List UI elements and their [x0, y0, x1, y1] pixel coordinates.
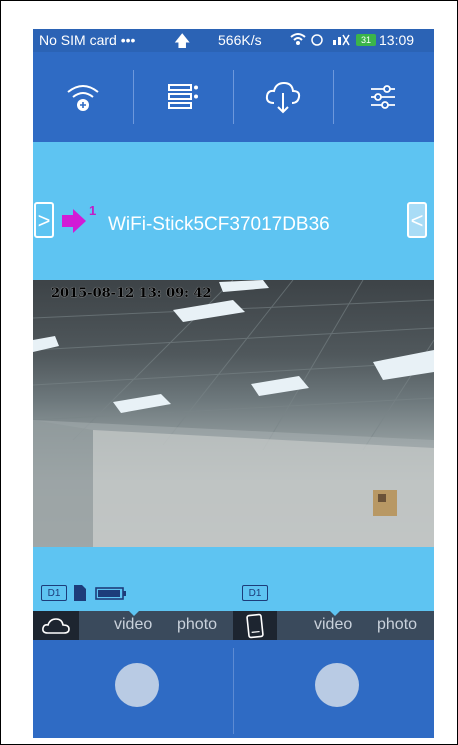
cloud-capture-button[interactable]	[115, 663, 159, 707]
controls-divider	[233, 648, 234, 734]
carrier-text: No SIM card	[39, 32, 117, 48]
battery-icon: 31	[356, 34, 376, 46]
camera-preview[interactable]: 2015-08-12 13: 09: 42	[33, 280, 434, 547]
device-bar: > 1 WiFi-Stick5CF37017DB36 <	[33, 142, 434, 280]
cloud-icon	[42, 617, 70, 634]
resolution-badge-right: D1	[242, 585, 268, 601]
list-icon	[168, 84, 198, 109]
wifi-signal-icon	[290, 33, 350, 46]
wifi-add-icon	[67, 85, 99, 111]
prev-chevron: >	[37, 208, 51, 233]
battery-level-icon	[95, 587, 126, 600]
video-timestamp: 2015-08-12 13: 09: 42	[51, 286, 212, 301]
cloud-download-button[interactable]	[233, 52, 333, 142]
device-index: 1	[89, 203, 97, 218]
sd-card-icon	[74, 585, 86, 601]
camera-scene-image	[33, 280, 434, 547]
settings-sliders-icon	[371, 85, 395, 109]
status-dots: •••	[120, 32, 136, 48]
pointer-arrow-icon	[62, 209, 86, 233]
tab-photo-phone[interactable]: photo	[377, 616, 417, 634]
next-device-button[interactable]: <	[407, 202, 427, 238]
capture-controls	[33, 640, 434, 738]
cloud-tab[interactable]	[33, 611, 79, 640]
source-tabs: video photo video photo	[33, 611, 434, 640]
cloud-download-icon	[265, 81, 301, 114]
phone-tab[interactable]	[233, 611, 277, 640]
wifi-add-button[interactable]	[33, 52, 133, 142]
signal-icons	[289, 31, 351, 50]
resolution-badge-left: D1	[41, 585, 67, 601]
network-speed: 566K/s	[218, 32, 262, 48]
app-screen: No SIM card ••• 🡅 566K/s 31 13:09 > 1 Wi…	[33, 29, 434, 738]
tab-video-cloud[interactable]: video	[114, 616, 152, 634]
status-bar: No SIM card ••• 🡅 566K/s 31 13:09	[33, 29, 434, 52]
phone-icon	[246, 613, 264, 638]
next-chevron: <	[410, 208, 424, 233]
tab-video-phone[interactable]: video	[314, 616, 352, 634]
previous-device-button[interactable]: >	[34, 202, 54, 238]
main-toolbar	[33, 52, 434, 142]
resolution-label: D1	[47, 588, 61, 599]
status-info-bar: D1 D1	[33, 547, 434, 611]
resolution-label: D1	[248, 588, 262, 599]
tab-photo-cloud[interactable]: photo	[177, 616, 217, 634]
settings-button[interactable]	[333, 52, 433, 142]
carrier-label: No SIM card •••	[39, 32, 135, 48]
phone-capture-button[interactable]	[315, 663, 359, 707]
list-button[interactable]	[133, 52, 233, 142]
device-name: WiFi-Stick5CF37017DB36	[108, 214, 330, 235]
clock: 13:09	[379, 32, 415, 48]
battery-level: 31	[360, 35, 371, 45]
